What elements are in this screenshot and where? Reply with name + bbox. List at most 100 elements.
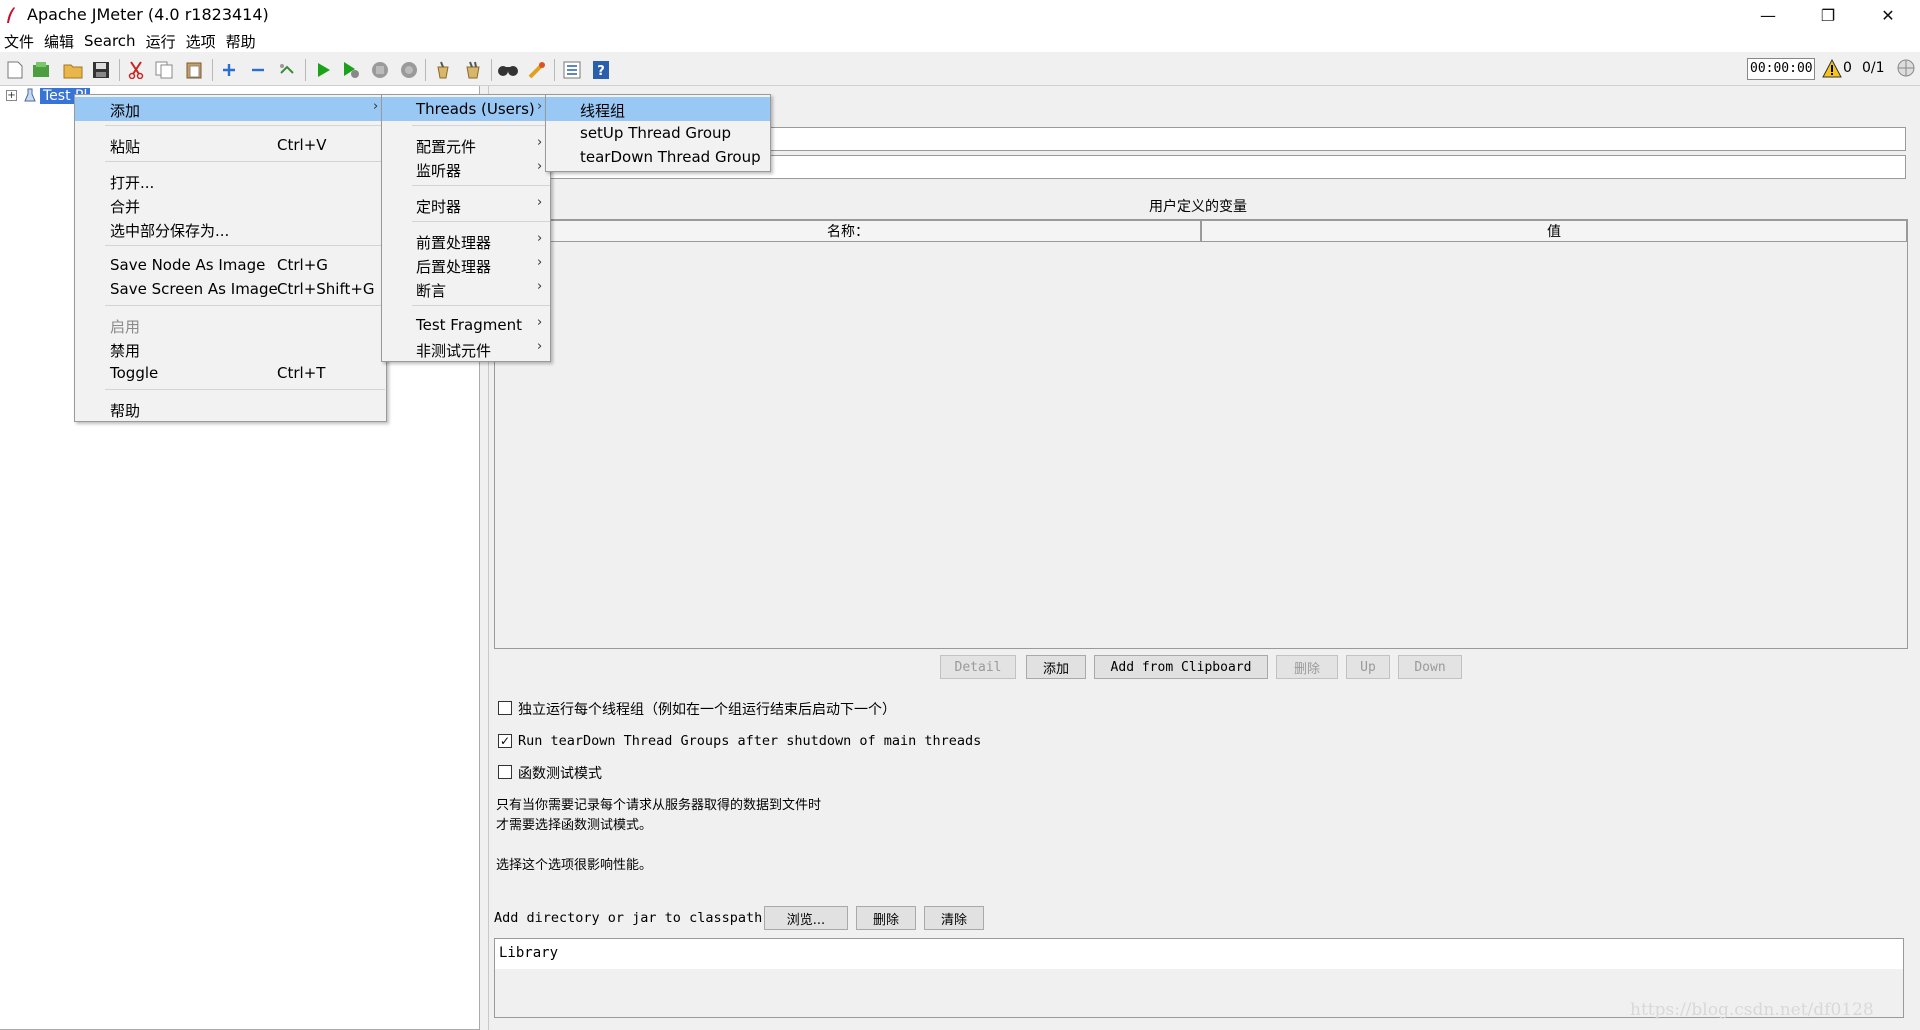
- toolbar-separator: [305, 59, 306, 81]
- add-submenu: Threads (Users) › 配置元件 › 监听器 › 定时器 › 前置处…: [381, 94, 551, 362]
- paste-icon[interactable]: [183, 59, 205, 81]
- move-up-button[interactable]: Up: [1346, 655, 1390, 679]
- submenu-post-processor[interactable]: 后置处理器 ›: [382, 253, 550, 277]
- context-menu-enable[interactable]: 启用: [75, 313, 386, 337]
- minimize-icon: —: [1760, 5, 1776, 25]
- submenu-pre-processor[interactable]: 前置处理器 ›: [382, 229, 550, 253]
- context-menu-save-selection[interactable]: 选中部分保存为...: [75, 217, 386, 241]
- column-header-name[interactable]: 名称：: [495, 220, 1201, 242]
- submenu-timer[interactable]: 定时器 ›: [382, 193, 550, 217]
- window-title: Apache JMeter (4.0 r1823414): [27, 5, 269, 24]
- search-icon[interactable]: [497, 59, 519, 81]
- menu-separator: [412, 125, 550, 126]
- submenu-assertion[interactable]: 断言 ›: [382, 277, 550, 301]
- warning-count: 0: [1843, 60, 1852, 76]
- submenu-arrow-icon: ›: [537, 159, 543, 174]
- restore-button[interactable]: ❐: [1800, 0, 1856, 30]
- menu-options[interactable]: 选项: [186, 31, 222, 52]
- submenu-teardown-thread-group[interactable]: tearDown Thread Group: [546, 145, 770, 169]
- context-menu-toggle[interactable]: Toggle Ctrl+T: [75, 361, 386, 385]
- menu-edit[interactable]: 编辑: [44, 31, 80, 52]
- submenu-arrow-icon: ›: [537, 279, 543, 294]
- minimize-button[interactable]: —: [1740, 0, 1796, 30]
- warning-icon[interactable]: [1822, 59, 1842, 78]
- clear-all-icon[interactable]: [462, 59, 484, 81]
- restore-icon: ❐: [1820, 5, 1836, 25]
- submenu-listener[interactable]: 监听器 ›: [382, 157, 550, 181]
- context-menu-disable[interactable]: 禁用: [75, 337, 386, 361]
- close-icon: ✕: [1881, 5, 1895, 25]
- templates-icon[interactable]: [30, 59, 52, 81]
- collapse-icon[interactable]: [247, 59, 269, 81]
- new-icon[interactable]: [4, 59, 26, 81]
- context-menu-add[interactable]: 添加 ›: [75, 97, 386, 121]
- clear-icon[interactable]: [432, 59, 454, 81]
- tree-context-menu: 添加 › 粘贴 Ctrl+V 打开... 合并 选中部分保存为... Save …: [74, 94, 387, 422]
- toggle-icon[interactable]: [276, 59, 298, 81]
- submenu-setup-thread-group[interactable]: setUp Thread Group: [546, 121, 770, 145]
- function-helper-icon[interactable]: [561, 59, 583, 81]
- context-menu-paste[interactable]: 粘贴 Ctrl+V: [75, 133, 386, 157]
- cut-icon[interactable]: [125, 59, 147, 81]
- context-menu-open[interactable]: 打开...: [75, 169, 386, 193]
- expand-icon[interactable]: [218, 59, 240, 81]
- save-icon[interactable]: [90, 59, 112, 81]
- classpath-delete-button[interactable]: 删除: [856, 906, 916, 930]
- submenu-arrow-icon: ›: [537, 255, 543, 270]
- menu-separator: [412, 185, 550, 186]
- start-icon[interactable]: [312, 59, 334, 81]
- threads-submenu: 线程组 setUp Thread Group tearDown Thread G…: [545, 94, 771, 172]
- serialize-thread-groups-checkbox[interactable]: [498, 701, 512, 715]
- reset-search-icon[interactable]: [526, 59, 548, 81]
- add-variable-button[interactable]: 添加: [1026, 655, 1086, 679]
- run-teardown-checkbox[interactable]: ✓: [498, 734, 512, 748]
- menu-bar: 文件 编辑 Search 运行 选项 帮助: [0, 30, 1920, 52]
- classpath-clear-button[interactable]: 清除: [924, 906, 984, 930]
- submenu-arrow-icon: ›: [537, 195, 543, 210]
- menu-separator: [105, 245, 385, 246]
- user-defined-variables-table[interactable]: 名称： 值: [494, 219, 1908, 649]
- menu-separator: [105, 305, 385, 306]
- copy-icon[interactable]: [153, 59, 175, 81]
- toolbar-separator: [425, 59, 426, 81]
- toolbar-separator: [491, 59, 492, 81]
- menu-separator: [105, 125, 385, 126]
- serialize-thread-groups-label: 独立运行每个线程组（例如在一个组运行结束后启动下一个）: [518, 702, 896, 718]
- svg-text:?: ?: [597, 64, 605, 79]
- tree-expand-toggle[interactable]: +: [6, 90, 17, 101]
- submenu-non-test-elements[interactable]: 非测试元件 ›: [382, 337, 550, 361]
- context-menu-save-screen-image[interactable]: Save Screen As Image Ctrl+Shift+G: [75, 277, 386, 301]
- performance-warning-note: 选择这个选项很影响性能。: [496, 858, 653, 873]
- submenu-arrow-icon: ›: [537, 231, 543, 246]
- stop-icon[interactable]: [369, 59, 391, 81]
- delete-variable-button[interactable]: 删除: [1276, 655, 1338, 679]
- submenu-arrow-icon: ›: [373, 99, 379, 114]
- submenu-config-element[interactable]: 配置元件 ›: [382, 133, 550, 157]
- shutdown-icon[interactable]: [398, 59, 420, 81]
- elapsed-timer: 00:00:00: [1747, 58, 1815, 80]
- menu-run[interactable]: 运行: [146, 31, 182, 52]
- browse-button[interactable]: 浏览...: [764, 906, 848, 930]
- detail-button[interactable]: Detail: [940, 655, 1016, 679]
- open-icon[interactable]: [62, 59, 84, 81]
- add-from-clipboard-button[interactable]: Add from Clipboard: [1094, 655, 1268, 679]
- classpath-label: Add directory or jar to classpath: [494, 910, 763, 926]
- run-teardown-label: Run tearDown Thread Groups after shutdow…: [518, 733, 982, 749]
- menu-file[interactable]: 文件: [4, 31, 40, 52]
- menu-help[interactable]: 帮助: [226, 31, 262, 52]
- help-icon[interactable]: ?: [590, 59, 612, 81]
- submenu-test-fragment[interactable]: Test Fragment ›: [382, 313, 550, 337]
- functional-mode-note-1: 只有当你需要记录每个请求从服务器取得的数据到文件时: [496, 798, 822, 813]
- start-no-pause-icon[interactable]: [340, 59, 362, 81]
- submenu-threads[interactable]: Threads (Users) ›: [382, 97, 550, 121]
- menu-search[interactable]: Search: [84, 32, 142, 50]
- move-down-button[interactable]: Down: [1398, 655, 1462, 679]
- context-menu-help[interactable]: 帮助: [75, 397, 386, 421]
- functional-test-mode-checkbox[interactable]: [498, 765, 512, 779]
- submenu-thread-group[interactable]: 线程组: [546, 97, 770, 121]
- close-button[interactable]: ✕: [1860, 0, 1916, 30]
- jmeter-feather-icon: [7, 7, 15, 23]
- column-header-value[interactable]: 值: [1201, 220, 1907, 242]
- context-menu-merge[interactable]: 合并: [75, 193, 386, 217]
- context-menu-save-node-image[interactable]: Save Node As Image Ctrl+G: [75, 253, 386, 277]
